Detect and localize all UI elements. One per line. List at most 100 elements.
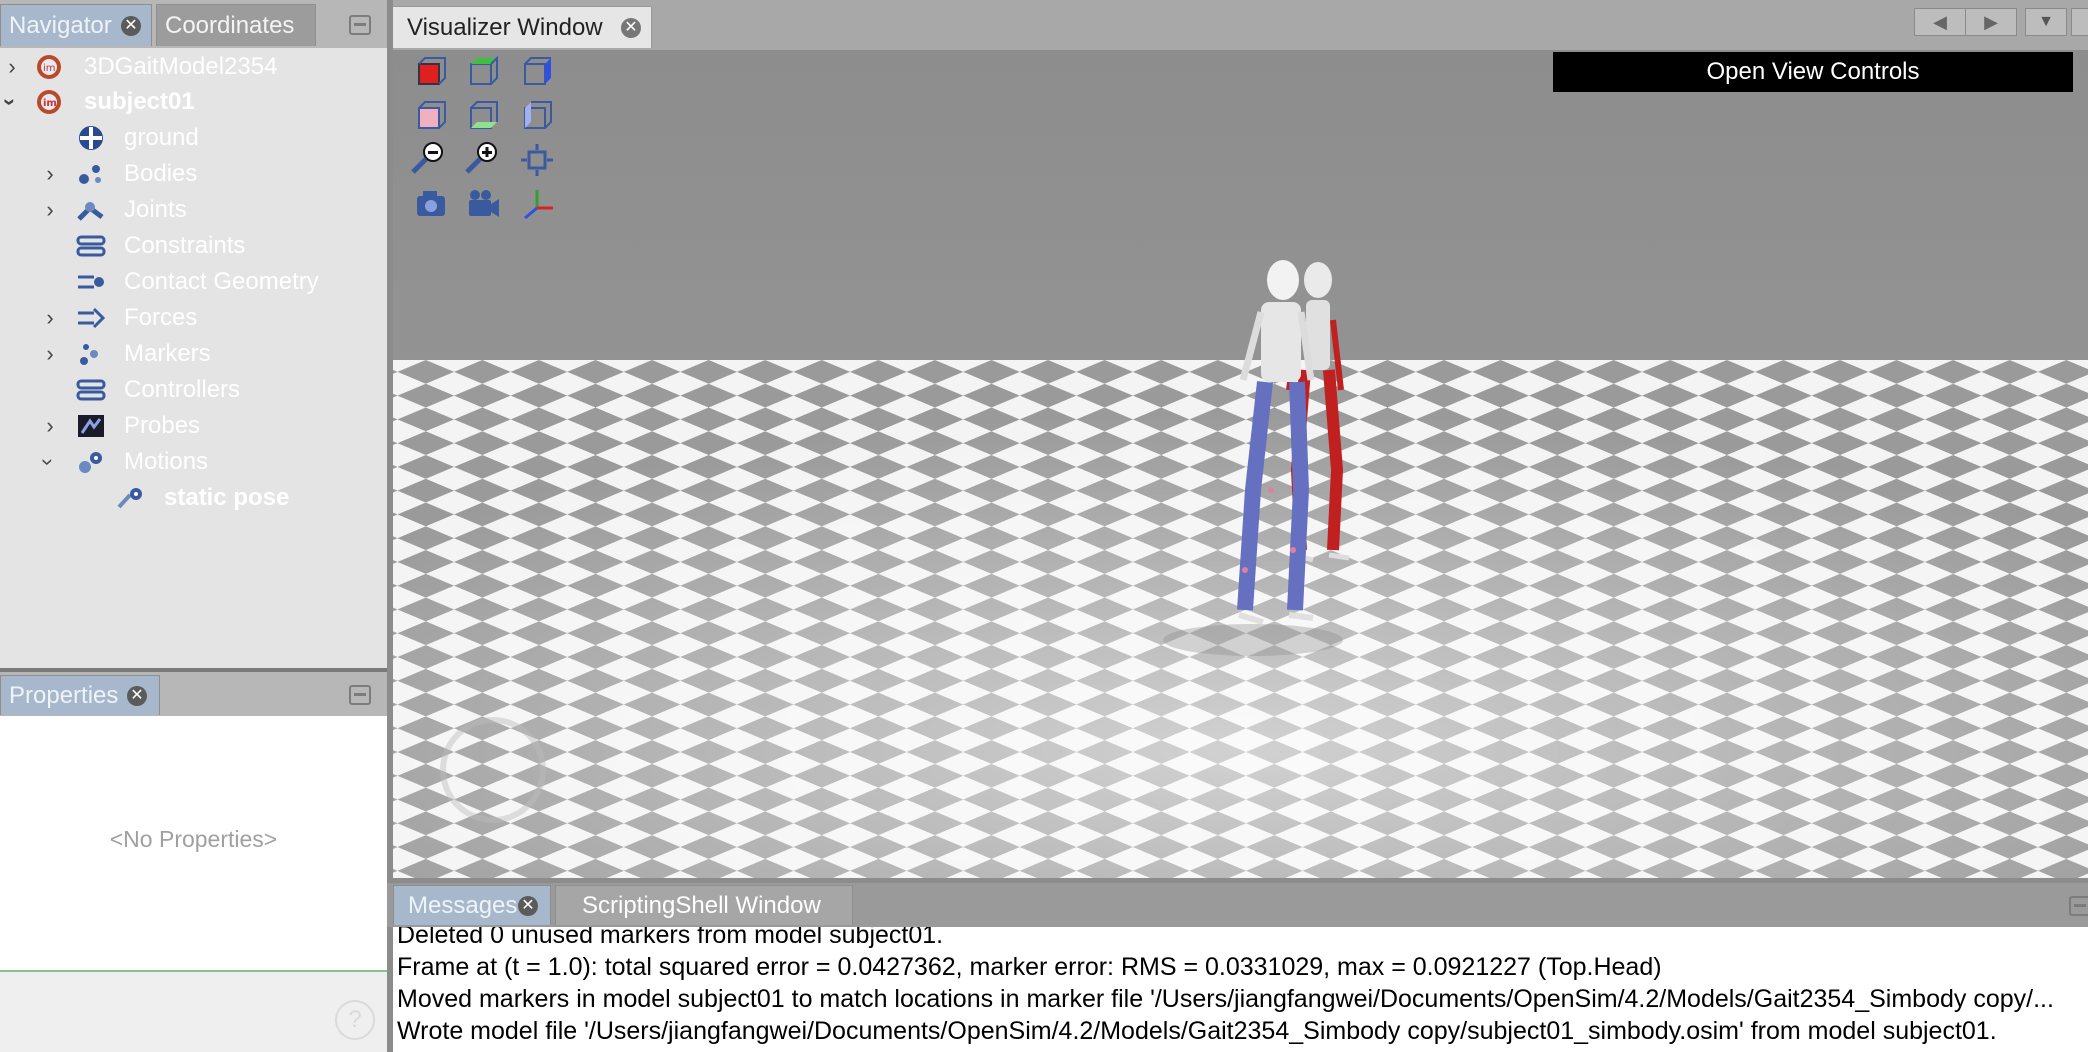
chevron-right-icon[interactable]: › xyxy=(4,50,20,84)
motions-icon xyxy=(79,452,102,473)
zoom-in-icon[interactable] xyxy=(463,140,499,176)
close-icon[interactable]: ✕ xyxy=(121,16,141,36)
message-line: Moved markers in model subject01 to matc… xyxy=(397,985,2054,1013)
fit-view-icon[interactable] xyxy=(519,142,555,178)
close-icon[interactable]: ✕ xyxy=(127,686,147,706)
tree-item-bodies[interactable]: › Bodies xyxy=(0,157,387,191)
tree-item-ground[interactable]: ground xyxy=(0,121,387,155)
scroll-left-icon[interactable]: ◀ xyxy=(1914,8,1966,36)
navigator-panel: Navigator ✕ Coordinates › im 3DGaitModel… xyxy=(0,0,387,668)
close-icon[interactable]: ✕ xyxy=(518,896,538,916)
snapshot-icon[interactable] xyxy=(413,186,449,222)
tree-item-label: Markers xyxy=(124,340,211,367)
tree-item-static-pose[interactable]: static pose xyxy=(0,481,387,515)
scene-3d[interactable] xyxy=(393,50,2088,878)
messages-output[interactable]: Deleted 0 unused markers from model subj… xyxy=(393,927,2088,1052)
model-icon: im xyxy=(37,90,61,114)
model-icon: im xyxy=(37,55,61,79)
tree-item-label: Bodies xyxy=(124,160,198,187)
chevron-down-icon[interactable]: › xyxy=(31,454,65,470)
no-properties-text: <No Properties> xyxy=(109,826,278,852)
constraints-icon xyxy=(76,235,106,257)
tree-item-label: ground xyxy=(124,124,199,151)
tab-visualizer-label: Visualizer Window xyxy=(407,14,603,41)
tree-item-probes[interactable]: › Probes xyxy=(0,409,387,443)
minimize-icon[interactable] xyxy=(349,685,371,705)
properties-panel: Properties ✕ <No Properties> ? xyxy=(0,672,387,1052)
tab-scriptingshell[interactable]: ScriptingShell Window xyxy=(555,885,853,925)
sky xyxy=(393,50,2088,370)
tree-item-label: Probes xyxy=(124,412,201,439)
tree-item-markers[interactable]: › Markers xyxy=(0,337,387,371)
message-line: Deleted 0 unused markers from model subj… xyxy=(397,927,944,949)
chevron-right-icon[interactable]: › xyxy=(42,301,58,335)
svg-text:im: im xyxy=(43,63,56,74)
tree-item-forces[interactable]: › Forces xyxy=(0,301,387,335)
joints-icon xyxy=(77,202,104,221)
tree-item-label: Constraints xyxy=(124,232,246,259)
motion-icon xyxy=(117,488,142,509)
visualizer-tabbar: Visualizer Window ✕ ◀ ▶ ▼ xyxy=(387,0,2088,50)
model-shadow xyxy=(1163,624,1343,656)
forces-icon xyxy=(78,307,106,329)
messages-tabbar: Messages ✕ ScriptingShell Window xyxy=(387,883,2088,927)
bodies-icon xyxy=(79,165,101,184)
ground-icon xyxy=(79,126,103,150)
tab-navigator-label: Navigator xyxy=(9,12,112,39)
markers-icon xyxy=(80,344,98,365)
axes-toggle-icon[interactable] xyxy=(519,186,555,222)
chevron-right-icon[interactable]: › xyxy=(42,409,58,443)
tab-scriptingshell-label: ScriptingShell Window xyxy=(582,892,821,919)
probes-icon xyxy=(78,415,104,437)
tab-coordinates-label: Coordinates xyxy=(165,12,295,39)
minimize-icon[interactable] xyxy=(349,15,371,35)
front-view-icon[interactable] xyxy=(413,54,449,90)
right-view-icon[interactable] xyxy=(519,54,555,90)
tree-item-label: static pose xyxy=(164,484,290,511)
contact-geometry-icon xyxy=(78,275,104,289)
minimize-icon[interactable] xyxy=(2069,896,2088,916)
tree-item-subject01[interactable]: › im subject01 xyxy=(0,85,387,119)
tab-visualizer-window[interactable]: Visualizer Window ✕ xyxy=(392,6,652,48)
open-view-controls-button[interactable]: Open View Controls xyxy=(1553,52,2073,92)
maximize-icon[interactable] xyxy=(2071,8,2088,36)
chevron-right-icon[interactable]: › xyxy=(42,157,58,191)
properties-description: ? xyxy=(0,972,387,1052)
tree-item-motions[interactable]: › Motions xyxy=(0,445,387,479)
tree-item-constraints[interactable]: Constraints xyxy=(0,229,387,263)
tree-item-label: Contact Geometry xyxy=(124,268,319,295)
tab-messages[interactable]: Messages ✕ xyxy=(393,885,551,925)
tab-navigator[interactable]: Navigator ✕ xyxy=(0,4,152,46)
left-view-icon[interactable] xyxy=(519,98,555,134)
tree-item-controllers[interactable]: Controllers xyxy=(0,373,387,407)
back-view-icon[interactable] xyxy=(413,98,449,134)
tree-item-contact-geometry[interactable]: Contact Geometry xyxy=(0,265,387,299)
chevron-down-icon[interactable]: ▼ xyxy=(2025,8,2067,36)
tree-item-label: Controllers xyxy=(124,376,241,403)
close-icon[interactable]: ✕ xyxy=(621,18,641,38)
properties-tabbar: Properties ✕ xyxy=(0,672,387,716)
message-line: Wrote model file '/Users/jiangfangwei/Do… xyxy=(397,1017,1997,1045)
checkered-floor xyxy=(393,360,2088,878)
tab-properties-label: Properties xyxy=(9,682,119,709)
bottom-view-icon[interactable] xyxy=(465,98,501,134)
tab-properties[interactable]: Properties ✕ xyxy=(0,675,160,715)
chevron-right-icon[interactable]: › xyxy=(42,337,58,371)
record-movie-icon[interactable] xyxy=(465,186,501,222)
scroll-right-icon[interactable]: ▶ xyxy=(1965,8,2017,36)
svg-text:im: im xyxy=(43,98,57,109)
controllers-icon xyxy=(76,379,106,401)
top-view-icon[interactable] xyxy=(465,54,501,90)
tree-item-3dgaitmodel2354[interactable]: › im 3DGaitModel2354 xyxy=(0,50,387,84)
tree-item-label: Forces xyxy=(124,304,198,331)
tree-item-joints[interactable]: › Joints xyxy=(0,193,387,227)
visualizer-canvas[interactable]: Open View Controls xyxy=(393,50,2088,878)
help-icon[interactable]: ? xyxy=(335,1000,375,1040)
zoom-out-icon[interactable] xyxy=(409,140,445,176)
chevron-right-icon[interactable]: › xyxy=(42,193,58,227)
chevron-down-icon[interactable]: › xyxy=(0,94,27,110)
tab-coordinates[interactable]: Coordinates xyxy=(156,4,316,46)
message-line: Frame at (t = 1.0): total squared error … xyxy=(397,953,1662,981)
tree-item-label: Joints xyxy=(124,196,187,223)
tree-item-label: Motions xyxy=(124,448,209,475)
